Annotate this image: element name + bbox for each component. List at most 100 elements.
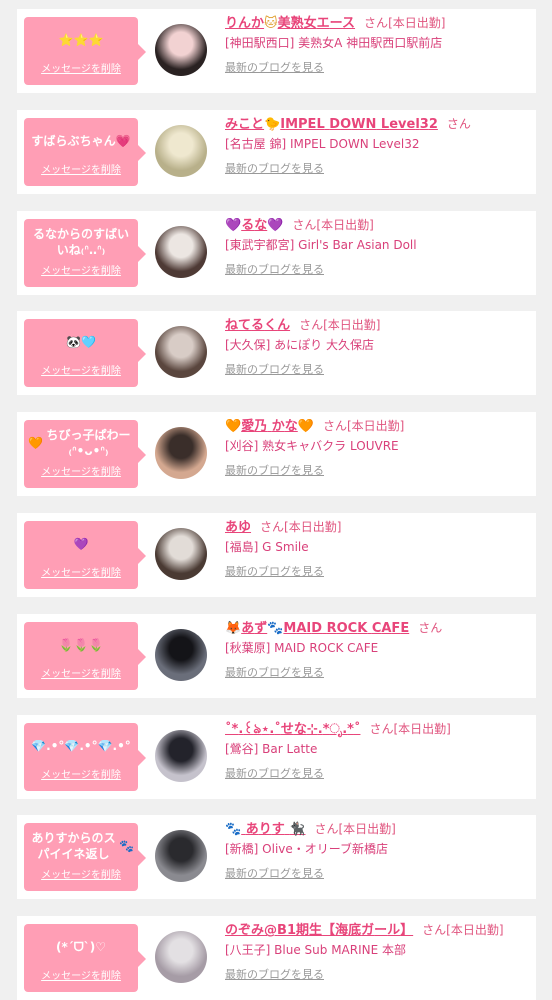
status-badge: [本日出勤]: [388, 16, 446, 30]
latest-blog-link[interactable]: 最新のブログを見る: [225, 160, 324, 176]
shop-info: [大久保] あにぽり 大久保店: [225, 338, 374, 353]
profile-info: 🧡愛乃 かな🧡 さん[本日出勤] [刈谷] 熟女キャバクラ LOUVRE 最新のブ…: [225, 415, 530, 478]
list-item: すばらぶちゃん 💗 メッセージを削除 みこと🐤IMPEL DOWN Level32…: [17, 109, 536, 194]
honorific: さん: [314, 822, 339, 837]
profile-name-link[interactable]: 🐾 ありす 🐈‍⬛: [225, 822, 305, 837]
avatar[interactable]: [155, 24, 207, 76]
delete-message-link[interactable]: メッセージを削除: [28, 866, 134, 881]
delete-message-link[interactable]: メッセージを削除: [28, 665, 134, 680]
status-badge: [本日出勤]: [393, 721, 451, 736]
message-text: ありすからのスパイイネ返し 🐾: [31, 831, 134, 862]
profile-info: みこと🐤IMPEL DOWN Level32 さん [名古屋 錦] IMPEL D…: [225, 113, 530, 176]
avatar[interactable]: [155, 830, 207, 883]
delete-message-link[interactable]: メッセージを削除: [28, 161, 134, 176]
honorific: さん: [418, 620, 443, 635]
latest-blog-link[interactable]: 最新のブログを見る: [225, 59, 324, 75]
latest-blog-link[interactable]: 最新のブログを見る: [225, 361, 324, 377]
avatar[interactable]: [155, 628, 207, 681]
latest-blog-link[interactable]: 最新のブログを見る: [225, 765, 324, 781]
profile-info: ねてるくん さん[本日出勤] [大久保] あにぽり 大久保店 最新のブログを見る: [225, 314, 530, 377]
delete-message-link[interactable]: メッセージを削除: [28, 463, 134, 478]
avatar[interactable]: [155, 729, 207, 782]
message-text: るなからのすばいいね₍ᐢ‥ᐢ₎: [32, 226, 130, 257]
list-item: (*ˊᗜˋ)♡ メッセージを削除 のぞみ@B1期生【海底ガール】 さん[本日出勤]…: [17, 916, 536, 1000]
avatar[interactable]: [155, 427, 207, 480]
latest-blog-link[interactable]: 最新のブログを見る: [225, 462, 324, 478]
latest-blog-link[interactable]: 最新のブログを見る: [225, 664, 324, 680]
honorific: さん: [369, 721, 394, 736]
message-tag[interactable]: ありすからのスパイイネ返し 🐾 メッセージを削除: [24, 823, 146, 892]
message-text: 💎 .•° 💎 .•° 💎 .•°: [31, 738, 131, 753]
profile-info: りんか🐱美熟女エース さん[本日出勤] [神田駅西口] 美熟女A 神田駅西口駅前店…: [225, 12, 530, 75]
profile-name-link[interactable]: りんか🐱美熟女エース: [225, 16, 355, 31]
list-item: ありすからのスパイイネ返し🐾 メッセージを削除 🐾 ありす 🐈‍⬛ さん[本日出勤…: [17, 815, 536, 900]
avatar[interactable]: [155, 931, 207, 984]
status-badge: [本日出勤]: [323, 318, 381, 333]
profile-info: あゆ さん[本日出勤] [福島] G Smile 最新のブログを見る: [225, 516, 530, 579]
shop-info: [秋葉原] MAID ROCK CAFE: [225, 640, 379, 655]
honorific: さん: [422, 923, 447, 938]
delete-message-link[interactable]: メッセージを削除: [28, 967, 134, 982]
message-text: (*ˊᗜˋ)♡: [56, 940, 106, 955]
message-text: 🌷 🌷 🌷: [58, 637, 104, 652]
delete-message-link[interactable]: メッセージを削除: [28, 564, 134, 579]
message-tag[interactable]: るなからのすばいいね₍ᐢ‥ᐢ₎ メッセージを削除: [24, 218, 146, 287]
status-badge: [本日出勤]: [346, 419, 405, 434]
profile-name-link[interactable]: のぞみ@B1期生【海底ガール】: [225, 923, 413, 938]
honorific: さん: [364, 16, 389, 30]
profile-name-link[interactable]: ねてるくん: [225, 318, 290, 333]
honorific: さん: [292, 217, 317, 232]
message-text: ⭐ ⭐ ⭐: [58, 33, 104, 47]
avatar[interactable]: [155, 124, 207, 177]
message-tag[interactable]: 💜 メッセージを削除: [24, 521, 146, 589]
shop-info: [八王子] Blue Sub MARINE 本部: [225, 943, 407, 958]
shop-info: [福島] G Smile: [225, 540, 309, 554]
delete-message-link[interactable]: メッセージを削除: [28, 60, 134, 75]
message-tag[interactable]: すばらぶちゃん 💗 メッセージを削除: [24, 117, 146, 186]
message-tag[interactable]: 🌷 🌷 🌷 メッセージを削除: [24, 621, 146, 690]
message-tag[interactable]: 🧡 ちびっ子ぱわー₍ᐢ•ᴗ•ᐢ₎ メッセージを削除: [24, 420, 146, 489]
avatar[interactable]: [155, 326, 207, 379]
message-tag[interactable]: 💎 .•° 💎 .•° 💎 .•° メッセージを削除: [24, 722, 146, 791]
status-badge: [本日出勤]: [284, 520, 342, 534]
latest-blog-link[interactable]: 最新のブログを見る: [225, 563, 324, 579]
profile-name-link[interactable]: 🦊あず🐾MAID ROCK CAFE: [225, 621, 409, 636]
profile-name-link[interactable]: ˚*.꒰ঌ⋆.˚せな⊹.*ೃ.*˚: [225, 722, 360, 737]
status-badge: [本日出勤]: [446, 923, 504, 938]
delete-message-link[interactable]: メッセージを削除: [28, 262, 134, 277]
status-badge: [本日出勤]: [316, 217, 374, 232]
latest-blog-link[interactable]: 最新のブログを見る: [225, 261, 324, 277]
message-text: すばらぶちゃん 💗: [31, 133, 131, 148]
honorific: さん: [446, 116, 471, 131]
list-item: ⭐ ⭐ ⭐ メッセージを削除 りんか🐱美熟女エース さん[本日出勤] [神田駅西口] …: [17, 9, 536, 93]
honorific: さん: [260, 520, 285, 534]
shop-info: [新橋] Olive・オリーブ新橋店: [225, 842, 389, 857]
shop-info: [名古屋 錦] IMPEL DOWN Level32: [225, 136, 420, 151]
message-tag[interactable]: ⭐ ⭐ ⭐ メッセージを削除: [24, 17, 146, 85]
message-tag[interactable]: (*ˊᗜˋ)♡ メッセージを削除: [24, 924, 146, 993]
message-tag[interactable]: 🐼 🩵 メッセージを削除: [24, 319, 146, 388]
latest-blog-link[interactable]: 最新のブログを見る: [225, 966, 324, 982]
avatar[interactable]: [155, 225, 207, 278]
delete-message-link[interactable]: メッセージを削除: [28, 362, 134, 377]
message-text: 🧡 ちびっ子ぱわー₍ᐢ•ᴗ•ᐢ₎: [28, 428, 131, 459]
message-text: 🐼 🩵: [66, 335, 96, 350]
profile-name-link[interactable]: みこと🐤IMPEL DOWN Level32: [225, 117, 438, 132]
shop-info: [刈谷] 熟女キャバクラ LOUVRE: [225, 439, 399, 454]
list-item: 💜 メッセージを削除 あゆ さん[本日出勤] [福島] G Smile 最新のブロ…: [17, 513, 536, 597]
latest-blog-link[interactable]: 最新のブログを見る: [225, 865, 324, 881]
shop-info: [鶯谷] Bar Latte: [225, 741, 318, 756]
profile-info: ˚*.꒰ঌ⋆.˚せな⊹.*ೃ.*˚ さん[本日出勤] [鶯谷] Bar Latte…: [225, 718, 530, 781]
honorific: さん: [299, 318, 324, 333]
shop-info: [東武宇都宮] Girl's Bar Asian Doll: [225, 237, 417, 252]
profile-name-link[interactable]: 💜るな💜: [225, 218, 283, 233]
list-item: 💎 .•° 💎 .•° 💎 .•° メッセージを削除 ˚*.꒰ঌ⋆.˚せな⊹.*ೃ.*˚ さ…: [17, 714, 536, 799]
shop-info: [神田駅西口] 美熟女A 神田駅西口駅前店: [225, 36, 443, 50]
avatar[interactable]: [155, 528, 207, 580]
profile-name-link[interactable]: 🧡愛乃 かな🧡: [225, 419, 314, 434]
list-item: 🧡 ちびっ子ぱわー₍ᐢ•ᴗ•ᐢ₎ メッセージを削除 🧡愛乃 かな🧡 さん[本日出勤]…: [17, 412, 536, 497]
list-item: 🐼 🩵 メッセージを削除 ねてるくん さん[本日出勤] [大久保] あにぽり 大久保…: [17, 311, 536, 396]
profile-name-link[interactable]: あゆ: [225, 520, 251, 535]
message-text: 💜: [73, 537, 89, 551]
delete-message-link[interactable]: メッセージを削除: [28, 766, 134, 781]
